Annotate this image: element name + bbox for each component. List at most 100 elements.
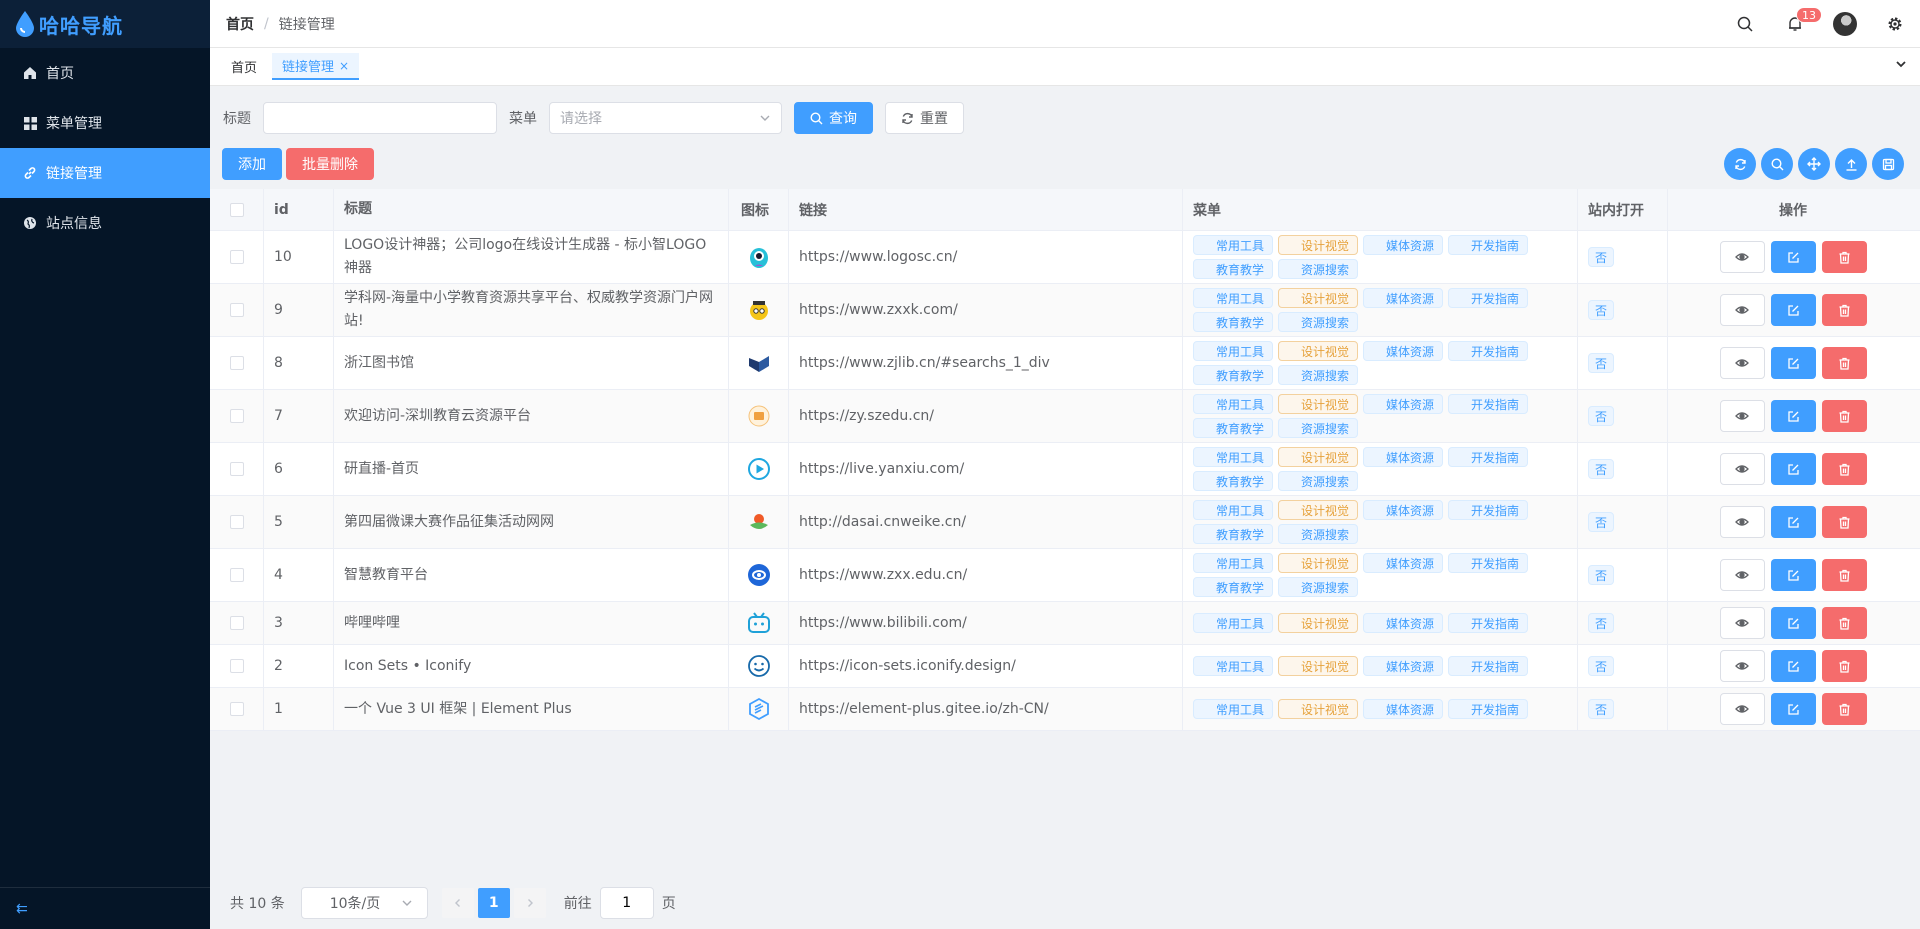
menu-label: 菜单	[509, 111, 537, 127]
tab-link-management[interactable]: 链接管理 ×	[272, 53, 360, 80]
view-button[interactable]	[1719, 559, 1765, 591]
select-all-checkbox[interactable]	[229, 202, 244, 217]
next-page-button[interactable]	[513, 888, 546, 918]
refresh-icon[interactable]	[1724, 148, 1756, 180]
open-in-site-cell: 否	[1578, 602, 1668, 644]
delete-button[interactable]	[1821, 453, 1867, 485]
page-number[interactable]: 1	[477, 888, 510, 918]
row-checkbox[interactable]	[229, 462, 244, 476]
menu-tag: 媒体资源	[1363, 235, 1444, 255]
delete-button[interactable]	[1821, 241, 1867, 273]
goto-page-input[interactable]	[599, 887, 654, 919]
sidebar-item-site-info[interactable]: 站点信息	[0, 198, 210, 248]
open-in-site-cell: 否	[1578, 549, 1668, 601]
menu-select[interactable]: 请选择	[549, 102, 782, 134]
sidebar-item-menu-management[interactable]: 菜单管理	[0, 98, 210, 148]
row-select-cell	[210, 549, 264, 601]
logosc-icon	[746, 244, 772, 270]
edit-button[interactable]	[1770, 294, 1816, 326]
delete-button[interactable]	[1821, 693, 1867, 725]
delete-button[interactable]	[1821, 607, 1867, 639]
view-button[interactable]	[1719, 693, 1765, 725]
title-input[interactable]	[263, 102, 497, 134]
edit-button[interactable]	[1770, 241, 1816, 273]
row-checkbox[interactable]	[229, 515, 244, 529]
edit-button[interactable]	[1770, 400, 1816, 432]
add-button[interactable]: 添加	[222, 148, 282, 180]
prev-page-button[interactable]	[441, 888, 474, 918]
delete-button[interactable]	[1821, 347, 1867, 379]
menu-tag: 媒体资源	[1363, 341, 1444, 361]
row-select-cell	[210, 602, 264, 644]
row-checkbox[interactable]	[229, 409, 244, 423]
save-icon[interactable]	[1872, 148, 1904, 180]
row-checkbox[interactable]	[229, 356, 244, 370]
view-button[interactable]	[1719, 506, 1765, 538]
row-checkbox[interactable]	[229, 250, 244, 264]
szedu-icon	[746, 403, 772, 429]
edit-button[interactable]	[1770, 347, 1816, 379]
close-icon[interactable]: ×	[339, 59, 349, 73]
search-icon[interactable]	[1720, 0, 1770, 48]
link-cell: https://www.logosc.cn/	[789, 231, 1183, 283]
eye-icon	[1735, 306, 1749, 314]
delete-button[interactable]	[1821, 559, 1867, 591]
user-avatar[interactable]	[1820, 0, 1870, 48]
sidebar-collapse-button[interactable]: ⇇	[0, 887, 210, 929]
app-logo[interactable]: 哈哈导航	[0, 0, 210, 48]
menu-tag: 常用工具	[1193, 235, 1274, 255]
menu-tag: 资源搜索	[1278, 418, 1359, 438]
row-checkbox[interactable]	[229, 568, 244, 582]
chevron-right-icon	[527, 899, 533, 907]
table-header: id 标题 图标 链接 菜单 站内打开 操作	[210, 189, 1920, 231]
menu-cell: 常用工具 设计视觉 媒体资源 开发指南 教育教学 资源搜索	[1183, 443, 1578, 495]
move-icon[interactable]	[1798, 148, 1830, 180]
collapse-icon: ⇇	[16, 900, 28, 917]
link-cell: https://live.yanxiu.com/	[789, 443, 1183, 495]
gear-icon[interactable]	[1870, 0, 1920, 48]
delete-button[interactable]	[1821, 506, 1867, 538]
breadcrumb-home[interactable]: 首页	[226, 14, 254, 34]
page-size-select[interactable]: 10条/页	[300, 887, 428, 919]
edit-button[interactable]	[1770, 693, 1816, 725]
row-checkbox[interactable]	[229, 303, 244, 317]
upload-icon[interactable]	[1835, 148, 1867, 180]
view-button[interactable]	[1719, 607, 1765, 639]
view-button[interactable]	[1719, 347, 1765, 379]
edit-button[interactable]	[1770, 607, 1816, 639]
row-checkbox[interactable]	[229, 616, 244, 630]
eye-icon	[1735, 412, 1749, 420]
edit-button[interactable]	[1770, 559, 1816, 591]
sidebar-item-link-management[interactable]: 链接管理	[0, 148, 210, 198]
chevron-down-icon[interactable]	[1894, 57, 1908, 75]
sidebar-item-home[interactable]: 首页	[0, 48, 210, 98]
delete-button[interactable]	[1821, 650, 1867, 682]
edit-button[interactable]	[1770, 506, 1816, 538]
query-button[interactable]: 查询	[794, 102, 873, 134]
view-button[interactable]	[1719, 400, 1765, 432]
app-logo-text: 哈哈导航	[39, 13, 123, 38]
edit-button[interactable]	[1770, 650, 1816, 682]
row-checkbox[interactable]	[229, 702, 244, 716]
edit-button[interactable]	[1770, 453, 1816, 485]
menu-tag: 设计视觉	[1278, 500, 1359, 520]
view-button[interactable]	[1719, 453, 1765, 485]
bell-icon[interactable]: 13	[1770, 0, 1822, 48]
menu-tag: 常用工具	[1193, 341, 1274, 361]
view-button[interactable]	[1719, 294, 1765, 326]
batch-delete-button[interactable]: 批量删除	[286, 148, 374, 180]
menu-tag: 常用工具	[1193, 699, 1274, 719]
eye-icon	[1735, 662, 1749, 670]
search-toggle-icon[interactable]	[1761, 148, 1793, 180]
view-button[interactable]	[1719, 241, 1765, 273]
menu-tag: 开发指南	[1448, 288, 1529, 308]
tab-home[interactable]: 首页	[221, 53, 267, 80]
delete-button[interactable]	[1821, 294, 1867, 326]
reset-button[interactable]: 重置	[885, 102, 964, 134]
open-in-site-cell: 否	[1578, 284, 1668, 336]
delete-button[interactable]	[1821, 400, 1867, 432]
open-in-site-tag: 否	[1588, 247, 1615, 267]
edit-icon	[1787, 660, 1799, 672]
view-button[interactable]	[1719, 650, 1765, 682]
row-checkbox[interactable]	[229, 659, 244, 673]
